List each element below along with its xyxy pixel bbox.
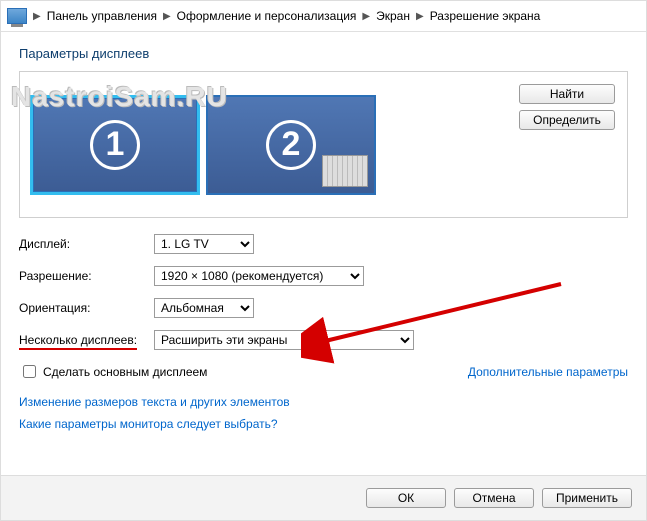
crumb-screen[interactable]: Экран: [376, 9, 410, 23]
make-primary-label: Сделать основным дисплеем: [43, 365, 207, 379]
monitor-1[interactable]: 1: [30, 95, 200, 195]
monitor-2[interactable]: 2: [206, 95, 376, 195]
text-size-link[interactable]: Изменение размеров текста и других элеме…: [19, 395, 628, 409]
display-select[interactable]: 1. LG TV: [154, 234, 254, 254]
make-primary-checkbox[interactable]: [23, 365, 36, 378]
detect-button[interactable]: Определить: [519, 110, 615, 130]
which-monitor-link[interactable]: Какие параметры монитора следует выбрать…: [19, 417, 628, 431]
cancel-button[interactable]: Отмена: [454, 488, 534, 508]
multi-display-label: Несколько дисплеев:: [19, 333, 154, 347]
crumb-resolution[interactable]: Разрешение экрана: [430, 9, 541, 23]
breadcrumb: ▶ Панель управления ▶ Оформление и персо…: [1, 1, 646, 32]
apply-button[interactable]: Применить: [542, 488, 632, 508]
advanced-settings-link[interactable]: Дополнительные параметры: [468, 365, 628, 379]
ok-button[interactable]: ОК: [366, 488, 446, 508]
display-label: Дисплей:: [19, 237, 154, 251]
keyboard-icon: [322, 155, 368, 187]
find-button[interactable]: Найти: [519, 84, 615, 104]
chevron-icon: ▶: [163, 11, 171, 22]
chevron-icon: ▶: [362, 11, 370, 22]
chevron-icon: ▶: [33, 11, 41, 22]
display-icon: [7, 8, 27, 24]
resolution-select[interactable]: 1920 × 1080 (рекомендуется): [154, 266, 364, 286]
crumb-personalization[interactable]: Оформление и персонализация: [177, 9, 357, 23]
page-title: Параметры дисплеев: [19, 46, 628, 61]
orientation-label: Ориентация:: [19, 301, 154, 315]
button-bar: ОК Отмена Применить: [1, 475, 646, 520]
chevron-icon: ▶: [416, 11, 424, 22]
multi-display-select[interactable]: Расширить эти экраны: [154, 330, 414, 350]
resolution-label: Разрешение:: [19, 269, 154, 283]
display-preview-panel: 1 2 Найти Определить: [19, 71, 628, 218]
crumb-control-panel[interactable]: Панель управления: [47, 9, 157, 23]
orientation-select[interactable]: Альбомная: [154, 298, 254, 318]
monitor-1-number: 1: [90, 120, 140, 170]
monitor-2-number: 2: [266, 120, 316, 170]
